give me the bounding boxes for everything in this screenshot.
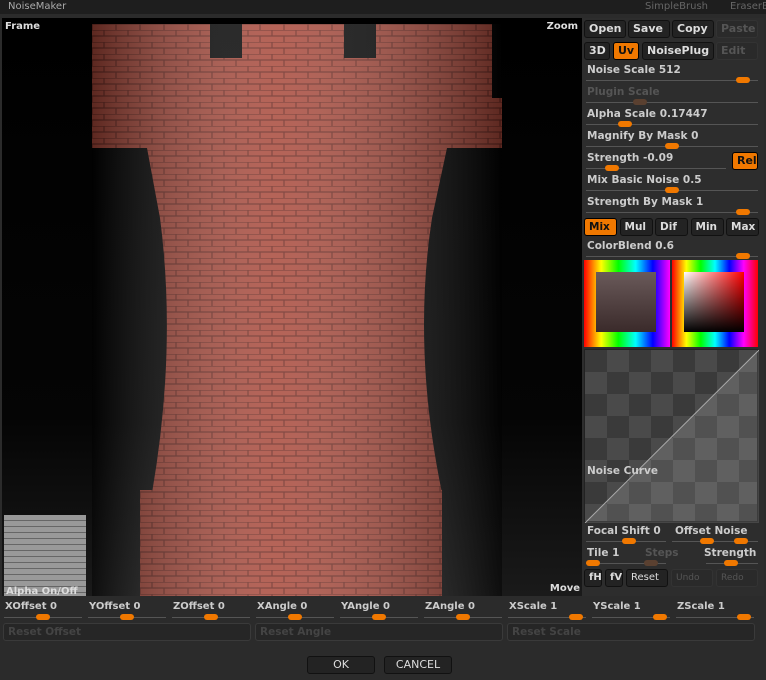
offset-noise-label: Offset Noise <box>675 525 748 537</box>
transform-slider-label: YScale 1 <box>593 601 641 612</box>
blend-mul-button[interactable]: Mul <box>619 218 653 236</box>
transform-slider-label: YOffset 0 <box>89 601 141 612</box>
slider-knob[interactable] <box>618 121 632 127</box>
panel-slider[interactable] <box>586 121 758 127</box>
transform-slider[interactable] <box>424 614 502 620</box>
transform-slider[interactable] <box>592 614 670 620</box>
transform-slider-label: XScale 1 <box>509 601 558 612</box>
alpha-thumbnail[interactable]: Alpha On/Off <box>4 515 86 596</box>
save-button[interactable]: Save <box>628 20 670 38</box>
slider-knob[interactable] <box>288 614 302 620</box>
flip-v-button[interactable]: fV <box>605 569 623 587</box>
edit-button[interactable]: Edit <box>716 42 758 60</box>
copy-button[interactable]: Copy <box>672 20 714 38</box>
slider-knob[interactable] <box>737 614 751 620</box>
ok-button[interactable]: OK <box>307 656 375 674</box>
color-swatch-1[interactable] <box>584 260 670 347</box>
noise-curve-label: Noise Curve <box>587 465 658 477</box>
strength2-label: Strength <box>704 547 757 559</box>
undo-button[interactable]: Undo <box>671 569 713 587</box>
reset-angle-button[interactable]: Reset Angle <box>255 623 503 641</box>
slider-knob[interactable] <box>569 614 583 620</box>
window-title: NoiseMaker <box>8 1 67 12</box>
slider-knob[interactable] <box>665 187 679 193</box>
reset-scale-button[interactable]: Reset Scale <box>507 623 755 641</box>
panel-slider[interactable] <box>586 165 726 171</box>
preview-viewport[interactable]: Frame Zoom Move Alpha On/Off <box>2 18 582 596</box>
title-bar: NoiseMaker SimpleBrush EraserB <box>0 0 766 14</box>
move-button[interactable]: Move <box>550 583 580 594</box>
paste-button[interactable]: Paste <box>716 20 758 38</box>
rel-button[interactable]: Rel <box>732 152 758 170</box>
focal-shift-slider[interactable] <box>586 538 666 544</box>
slider-label: Noise Scale 512 <box>587 64 681 76</box>
slider-knob[interactable] <box>372 614 386 620</box>
bg-tab: SimpleBrush <box>645 1 709 12</box>
transform-slider-label: ZAngle 0 <box>425 601 475 612</box>
panel-slider[interactable] <box>586 187 758 193</box>
slider-label: Alpha Scale 0.17447 <box>587 108 708 120</box>
slider-knob[interactable] <box>36 614 50 620</box>
panel-slider[interactable] <box>586 143 758 149</box>
blend-min-button[interactable]: Min <box>690 218 724 236</box>
slider-label: Plugin Scale <box>587 86 660 98</box>
slider-label: Mix Basic Noise 0.5 <box>587 174 702 186</box>
slider-label: Strength -0.09 <box>587 152 674 164</box>
color-picker-2[interactable] <box>672 260 758 347</box>
colorblend-label: ColorBlend 0.6 <box>587 240 674 252</box>
tile-label: Tile 1 <box>587 547 620 559</box>
transform-slider[interactable] <box>4 614 82 620</box>
frame-button[interactable]: Frame <box>5 21 40 32</box>
slider-knob[interactable] <box>736 209 750 215</box>
cancel-button[interactable]: CANCEL <box>384 656 452 674</box>
panel-slider[interactable] <box>586 209 758 215</box>
noiseplug-button[interactable]: NoisePlug <box>642 42 714 60</box>
settings-panel: Open Save Copy Paste 3D Uv NoisePlug Edi… <box>582 18 764 596</box>
transform-slider[interactable] <box>340 614 418 620</box>
focal-shift-label: Focal Shift 0 <box>587 525 661 537</box>
3d-button[interactable]: 3D <box>584 42 610 60</box>
blend-max-button[interactable]: Max <box>726 218 759 236</box>
slider-knob[interactable] <box>456 614 470 620</box>
slider-label: Strength By Mask 1 <box>587 196 704 208</box>
transform-slider[interactable] <box>88 614 166 620</box>
slider-knob[interactable] <box>204 614 218 620</box>
transform-slider-label: ZOffset 0 <box>173 601 225 612</box>
slider-knob[interactable] <box>633 99 647 105</box>
blend-dif-button[interactable]: Dif <box>655 218 688 236</box>
curve-reset-button[interactable]: Reset <box>626 569 668 587</box>
transform-slider[interactable] <box>676 614 754 620</box>
steps-label: Steps <box>645 547 679 559</box>
transform-slider-label: XAngle 0 <box>257 601 308 612</box>
panel-slider[interactable] <box>586 99 758 105</box>
strength2-slider[interactable] <box>706 560 758 566</box>
tile-slider[interactable] <box>586 560 666 566</box>
slider-knob[interactable] <box>120 614 134 620</box>
slider-label: Magnify By Mask 0 <box>587 130 699 142</box>
slider-knob[interactable] <box>605 165 619 171</box>
open-button[interactable]: Open <box>584 20 626 38</box>
noise-curve-editor[interactable]: Noise Curve <box>584 349 759 523</box>
slider-knob[interactable] <box>665 143 679 149</box>
tower-preview <box>92 24 502 596</box>
alpha-toggle[interactable]: Alpha On/Off <box>6 586 78 596</box>
flip-h-button[interactable]: fH <box>584 569 602 587</box>
zoom-button[interactable]: Zoom <box>547 21 578 32</box>
bg-tab: EraserB <box>730 1 766 12</box>
blend-mix-button[interactable]: Mix <box>584 218 617 236</box>
transform-slider[interactable] <box>508 614 586 620</box>
uv-button[interactable]: Uv <box>613 42 639 60</box>
offset-noise-slider[interactable] <box>672 538 758 544</box>
transform-slider-label: YAngle 0 <box>341 601 390 612</box>
transform-slider-label: ZScale 1 <box>677 601 725 612</box>
transform-slider-label: XOffset 0 <box>5 601 57 612</box>
slider-knob[interactable] <box>653 614 667 620</box>
redo-button[interactable]: Redo <box>716 569 758 587</box>
panel-slider[interactable] <box>586 77 758 83</box>
colorblend-slider[interactable] <box>586 253 758 259</box>
reset-offset-button[interactable]: Reset Offset <box>3 623 251 641</box>
slider-knob[interactable] <box>736 77 750 83</box>
transform-slider[interactable] <box>172 614 250 620</box>
transform-slider[interactable] <box>256 614 334 620</box>
